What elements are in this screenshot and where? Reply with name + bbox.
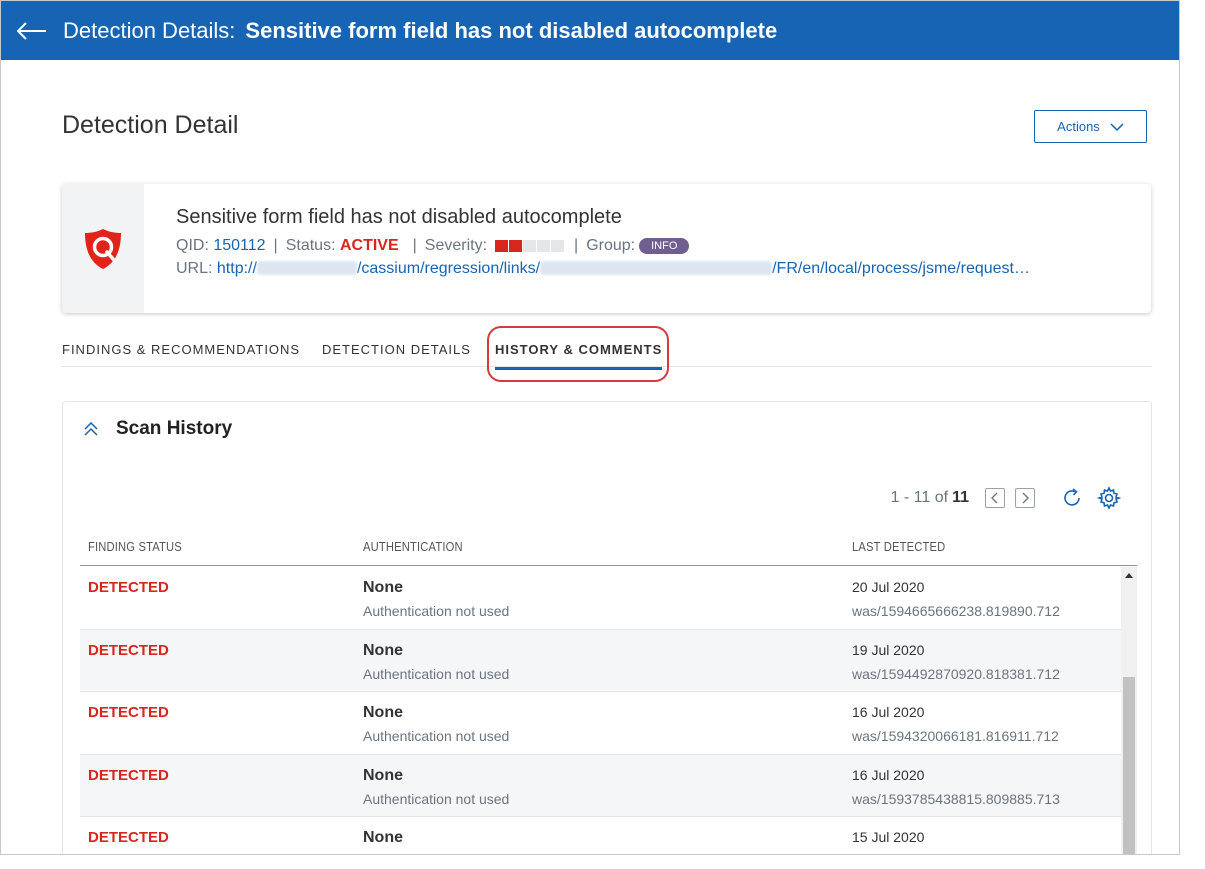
- column-last-detected[interactable]: LAST DETECTED: [852, 539, 945, 554]
- detection-url: URL: http:///cassium/regression/links//F…: [176, 260, 1030, 278]
- table-row[interactable]: DETECTED None 15 Jul 2020: [80, 817, 1121, 854]
- auth-value: None: [363, 704, 403, 721]
- detection-title: Sensitive form field has not disabled au…: [176, 206, 622, 228]
- chevron-right-icon: [1022, 492, 1029, 504]
- qid-value[interactable]: 150112: [213, 237, 265, 255]
- finding-status: DETECTED: [88, 704, 169, 721]
- auth-detail: Authentication not used: [363, 728, 510, 744]
- top-bar: Detection Details: Sensitive form field …: [1, 1, 1179, 60]
- scan-id: was/1594320066181.816911.712: [852, 728, 1059, 744]
- chevron-down-icon: [1110, 122, 1124, 131]
- pager-count: 1 - 11 of 11: [890, 489, 969, 506]
- severity-block: [509, 240, 523, 252]
- url-link[interactable]: http:///cassium/regression/links//FR/en/…: [217, 260, 1030, 277]
- auth-value: None: [363, 829, 403, 846]
- chevron-double-up-icon[interactable]: [83, 422, 99, 436]
- finding-status: DETECTED: [88, 579, 169, 596]
- auth-detail: Authentication not used: [363, 790, 510, 807]
- logo-column: [62, 184, 144, 313]
- auth-value: None: [363, 641, 403, 659]
- url-label: URL:: [176, 260, 213, 277]
- scan-history-panel: Scan History 1 - 11 of 11 FINDING STATUS …: [62, 401, 1152, 854]
- detection-summary-card: Sensitive form field has not disabled au…: [62, 184, 1151, 313]
- auth-detail: Authentication not used: [363, 665, 510, 682]
- qualys-shield-logo: [85, 228, 121, 269]
- last-detected-date: 20 Jul 2020: [852, 579, 925, 595]
- detection-meta: QID: 150112 | Status: ACTIVE | Severity:…: [176, 237, 1030, 255]
- actions-button[interactable]: Actions: [1034, 110, 1147, 143]
- severity-block: [551, 240, 565, 252]
- severity-block: [495, 240, 509, 252]
- actions-label: Actions: [1057, 119, 1100, 134]
- table-row[interactable]: DETECTED None Authentication not used 19…: [80, 629, 1121, 692]
- severity-block: [523, 240, 537, 252]
- scan-id: was/1594492870920.818381.712: [852, 665, 1060, 682]
- finding-status: DETECTED: [88, 829, 169, 846]
- column-authentication[interactable]: AUTHENTICATION: [363, 539, 463, 554]
- tab-detection-details[interactable]: DETECTION DETAILS: [322, 342, 471, 357]
- tab-findings[interactable]: FINDINGS & RECOMMENDATIONS: [62, 342, 300, 357]
- severity-bar: [495, 240, 565, 252]
- group-label: Group:: [586, 237, 636, 254]
- group-badge: INFO: [639, 238, 690, 254]
- last-detected-date: 15 Jul 2020: [852, 829, 925, 845]
- column-finding-status[interactable]: FINDING STATUS: [88, 539, 182, 554]
- app-window: Detection Details: Sensitive form field …: [0, 0, 1180, 855]
- status-value: ACTIVE: [339, 237, 399, 254]
- scrollbar-thumb[interactable]: [1123, 677, 1135, 854]
- scan-history-rows: DETECTED None Authentication not used 20…: [80, 567, 1121, 854]
- header-title: Sensitive form field has not disabled au…: [245, 17, 778, 43]
- scan-history-title: Scan History: [116, 418, 233, 439]
- severity-label: Severity:: [424, 237, 488, 254]
- finding-status: DETECTED: [88, 641, 169, 659]
- scan-history-header[interactable]: Scan History: [83, 418, 232, 440]
- table-row[interactable]: DETECTED None Authentication not used 16…: [80, 692, 1121, 755]
- refresh-icon[interactable]: [1061, 487, 1083, 509]
- auth-value: None: [363, 766, 403, 784]
- last-detected-date: 19 Jul 2020: [852, 641, 925, 658]
- scan-id: was/1593785438815.809885.713: [852, 790, 1060, 807]
- pagination: 1 - 11 of 11: [891, 486, 1121, 510]
- tab-highlight-annotation: [487, 326, 669, 382]
- detection-info: Sensitive form field has not disabled au…: [144, 184, 1030, 313]
- table-row[interactable]: DETECTED None Authentication not used 16…: [80, 754, 1121, 817]
- table-scrollbar[interactable]: [1121, 567, 1137, 854]
- scan-id: was/1594665666238.819890.712: [852, 603, 1060, 619]
- scroll-up-arrow-icon[interactable]: [1125, 573, 1133, 578]
- page-title: Detection Detail: [62, 111, 239, 139]
- table-row[interactable]: DETECTED None Authentication not used 20…: [80, 567, 1121, 630]
- last-detected-date: 16 Jul 2020: [852, 766, 925, 783]
- next-page-button[interactable]: [1015, 488, 1035, 508]
- status-label: Status:: [285, 237, 336, 254]
- severity-block: [537, 240, 551, 252]
- arrow-left-icon[interactable]: [17, 20, 51, 42]
- auth-value: None: [363, 579, 403, 596]
- gear-icon[interactable]: [1097, 486, 1121, 510]
- finding-status: DETECTED: [88, 766, 169, 784]
- last-detected-date: 16 Jul 2020: [852, 704, 925, 720]
- chevron-left-icon: [991, 492, 998, 504]
- table-header: FINDING STATUS AUTHENTICATION LAST DETEC…: [80, 530, 1137, 566]
- prev-page-button[interactable]: [985, 488, 1005, 508]
- qid-label: QID:: [176, 237, 209, 254]
- auth-detail: Authentication not used: [363, 603, 510, 619]
- breadcrumb: Detection Details:: [63, 17, 236, 43]
